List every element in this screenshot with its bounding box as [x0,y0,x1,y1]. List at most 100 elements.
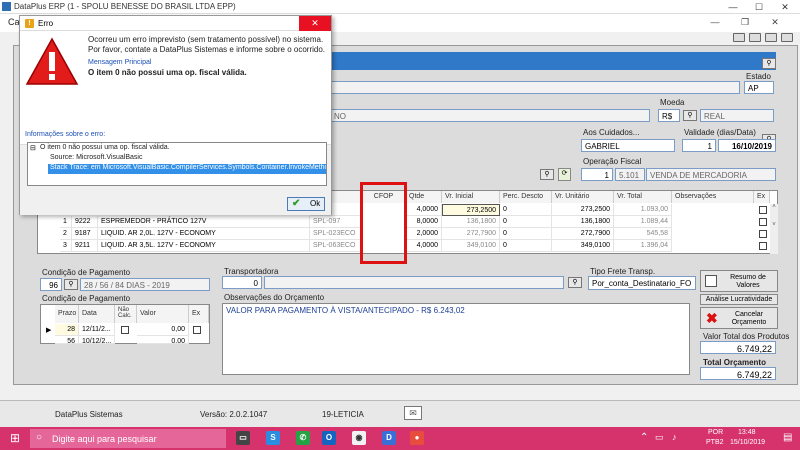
transportadora-name-field[interactable] [264,276,564,289]
parcelas-col-valor[interactable]: Valor [137,305,189,323]
dataplus-app-icon[interactable]: D [382,431,396,445]
browser-icon[interactable]: ◉ [352,431,366,445]
mail-icon[interactable]: ✉ [404,406,422,420]
table-row-1-code[interactable]: 9222 [72,216,98,228]
table-row-0-vr-inicial[interactable]: 273,2500 [442,204,500,216]
col-perc-descto[interactable]: Perc. Descto [500,191,552,203]
col-qtde[interactable]: Qtde [406,191,442,203]
table-row-1-perc[interactable]: 0 [500,216,552,228]
parcelas-row-0-prazo[interactable]: 28 [55,324,79,336]
error-dialog-close-button[interactable]: ✕ [299,16,331,31]
table-row-1-vr-unit[interactable]: 136,1800 [552,216,614,228]
table-row-2-ex-checkbox[interactable] [759,230,767,238]
table-row-0-ex-checkbox[interactable] [759,206,767,214]
op-refresh-icon[interactable]: ⟳ [558,168,571,181]
ok-button[interactable]: ✔ Ok [287,197,325,211]
table-row-3-code[interactable]: 9211 [72,240,98,252]
parcelas-grid[interactable]: Prazo Data Não Calc. Valor Ex ▶ 28 12/11… [40,304,210,344]
table-row-0-vr-unit[interactable]: 273,2500 [552,204,614,216]
child-close-button[interactable]: ✕ [768,17,782,28]
outlook-icon[interactable]: O [322,431,336,445]
parcelas-col-ex[interactable]: Ex [189,305,209,323]
header-search-icon[interactable]: ⚲ [762,58,776,69]
col-ex[interactable]: Ex [754,191,770,203]
parcelas-col-nao-calc[interactable]: Não Calc. [115,305,137,323]
child-restore-button[interactable]: ❐ [738,17,752,28]
child-minimize-button[interactable]: — [708,17,722,28]
skype-icon[interactable]: S [266,431,280,445]
table-row-2-vr-unit[interactable]: 272,7900 [552,228,614,240]
analise-lucratividade-button[interactable]: Análise Lucratividade [700,294,778,305]
network-icon[interactable]: ▭ [655,432,664,443]
lang-line2[interactable]: PTB2 [706,439,724,446]
moeda-code-field[interactable]: R$ [658,109,680,122]
table-row-1-desc[interactable]: ESPREMEDOR - PRÁTICO 127V [98,216,310,228]
table-row-2-ref[interactable]: SPL-023ECO [310,228,362,240]
partial-field[interactable]: NO [330,109,650,122]
col-vr-unitario[interactable]: Vr. Unitário [552,191,614,203]
table-row-2-qtde[interactable]: 2,0000 [406,228,442,240]
col-vr-total[interactable]: Vr. Total [614,191,672,203]
table-row-3-vr-inicial[interactable]: 349,0100 [442,240,500,252]
tree-source-node[interactable]: Source: Microsoft.VisualBasic [50,154,142,161]
table-row-1-ex-checkbox[interactable] [759,218,767,226]
validade-date-field[interactable]: 16/10/2019 [718,139,776,152]
volume-icon[interactable]: ♪ [672,432,677,442]
table-row-2-desc[interactable]: LIQUID. AR 2,0L. 127V - ECONOMY [98,228,310,240]
resumo-valores-button[interactable]: Resumo de Valores [700,270,778,292]
menu-partial[interactable]: Ca [8,17,20,27]
condicao-code-field[interactable]: 96 [40,278,62,291]
toolbar-mail-icon[interactable] [781,33,793,42]
table-row-3-ex-checkbox[interactable] [759,242,767,250]
grid-scrollbar[interactable]: ˄ ˅ [770,204,778,254]
clock-date[interactable]: 15/10/2019 [730,439,765,446]
table-row-3-qtde[interactable]: 4,0000 [406,240,442,252]
task-view-icon[interactable]: ▭ [236,431,250,445]
toolbar-print-icon[interactable] [733,33,745,42]
table-row-2-code[interactable]: 9187 [72,228,98,240]
tree-collapse-icon[interactable]: ⊟ [30,144,36,152]
parcelas-row-0-data[interactable]: 12/11/2... [79,324,115,336]
table-row-1-qtde[interactable]: 8,0000 [406,216,442,228]
parcelas-row-1-valor[interactable]: 0,00 [137,336,189,344]
aos-cuidados-field[interactable]: GABRIEL [581,139,675,152]
op-search-icon[interactable]: ⚲ [540,169,554,180]
parcelas-row-1-prazo[interactable]: 56 [55,336,79,344]
parcelas-col-prazo[interactable]: Prazo [55,305,79,323]
table-row-1-vr-inicial[interactable]: 136,1800 [442,216,500,228]
obs-textarea[interactable]: VALOR PARA PAGAMENTO À VISTA/ANTECIPADO … [222,303,690,375]
close-button[interactable]: ✕ [772,0,798,14]
table-row-3-desc[interactable]: LIQUID. AR 3,5L. 127V - ECONOMY [98,240,310,252]
estado-field[interactable]: AP [744,81,774,94]
validade-days-field[interactable]: 1 [682,139,716,152]
tray-arrow-icon[interactable]: ⌃ [640,432,648,443]
cancelar-orcamento-button[interactable]: ✖ Cancelar Orçamento [700,307,778,329]
table-row-0-perc[interactable]: 0 [500,204,552,216]
parcelas-row-0-valor[interactable]: 0,00 [137,324,189,336]
toolbar-save-icon[interactable] [749,33,761,42]
minimize-button[interactable]: — [720,0,746,14]
table-row-1-ref[interactable]: SPL-097 [310,216,362,228]
col-vr-inicial[interactable]: Vr. Inicial [442,191,500,203]
col-observacoes[interactable]: Observações [672,191,754,203]
taskbar-search-box[interactable]: ○ Digite aqui para pesquisar [30,429,226,448]
error-details-tree[interactable]: ⊟ O item 0 não possui uma op. fiscal vál… [27,142,327,186]
clock-time[interactable]: 13:48 [738,429,756,436]
tree-root-node[interactable]: O item 0 não possui uma op. fiscal válid… [40,144,170,151]
moeda-search-icon[interactable]: ⚲ [683,110,697,121]
transportadora-code-field[interactable]: 0 [222,276,262,289]
parcelas-col-data[interactable]: Data [79,305,115,323]
table-row-3-vr-unit[interactable]: 349,0100 [552,240,614,252]
parcelas-row-1-data[interactable]: 10/12/2... [79,336,115,344]
table-row-3-ref[interactable]: SPL-063ECO [310,240,362,252]
table-row-3-perc[interactable]: 0 [500,240,552,252]
tree-stack-trace-node[interactable]: Stack Trace: em Microsoft.VisualBasic.Co… [48,164,326,174]
table-row-2-vr-inicial[interactable]: 272,7900 [442,228,500,240]
windows-start-icon[interactable]: ⊞ [10,432,20,444]
parcelas-row-0-ex-checkbox[interactable] [193,326,201,334]
table-row-2-perc[interactable]: 0 [500,228,552,240]
parcelas-row-0-nao-calc-checkbox[interactable] [121,326,129,334]
transportadora-search-icon[interactable]: ⚲ [568,277,582,288]
address-field[interactable] [330,81,740,94]
table-row-0-qtde[interactable]: 4,0000 [406,204,442,216]
